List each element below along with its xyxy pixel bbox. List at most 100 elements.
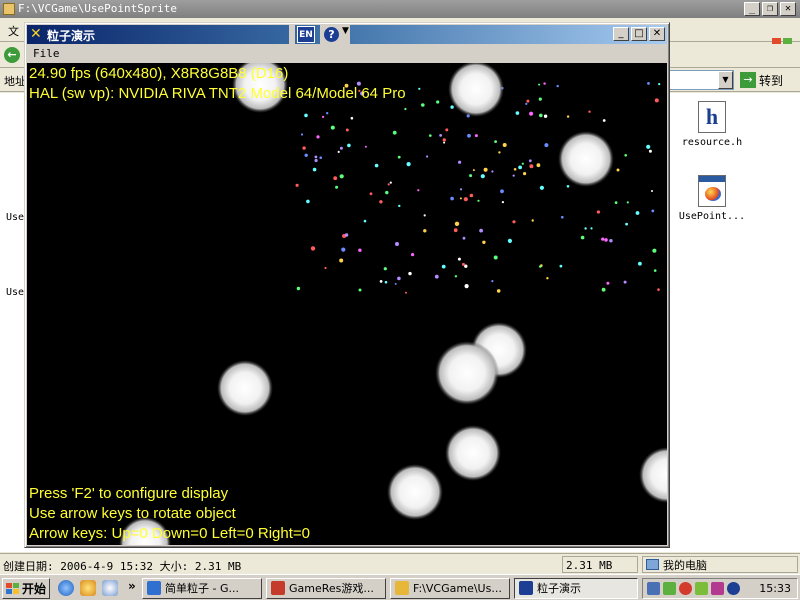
chevron-down-icon[interactable]: ▼ [342,26,349,36]
particle-dot [647,82,650,85]
particle-dot [480,174,485,179]
ime-language-indicator[interactable]: EN [297,26,315,43]
particle-dot [501,201,504,204]
clock: 15:33 [759,582,791,595]
quicklaunch-more-icon[interactable]: » [128,579,136,593]
particle-dot [590,227,593,230]
show-desktop-icon[interactable] [102,580,118,596]
particle-dot [658,83,661,86]
particle-dot [502,143,507,147]
particle-dot [443,141,446,144]
antivirus-icon[interactable] [679,582,692,595]
menu-file[interactable]: File [33,47,60,60]
start-button[interactable]: 开始 [2,578,50,599]
minimize-button[interactable]: _ [744,2,760,16]
particle-dot [398,204,401,208]
particle-dot [584,227,587,230]
particle-dot [363,219,367,223]
particle-dot [450,196,454,201]
render-viewport[interactable]: 24.90 fps (640x480), X8R8G8B8 (D16) HAL … [27,63,667,545]
sprite [217,360,273,416]
particle-dot [498,151,501,154]
app-menubar: File [27,45,667,63]
explorer-titlebar: F:\VCGame\UsePointSprite _ ❐ ✕ [0,0,800,18]
particle-dot [333,176,338,181]
particle-dot [457,257,461,261]
particle-dot [521,162,524,165]
particle-dot [335,185,339,189]
particle-dot [546,277,549,280]
task-button-browser[interactable]: 简单粒子 - G... [142,578,262,599]
particle-dot [653,269,657,272]
particle-dot [561,215,564,219]
particle-dot [556,84,559,88]
task-button-gameres[interactable]: GameRes游戏... [266,578,386,599]
help-icon[interactable]: ? [324,27,339,42]
particle-dot [379,280,383,283]
particle-dot [606,281,610,285]
minimize-button[interactable]: _ [613,27,629,41]
outlook-icon[interactable] [80,580,96,596]
particle-dot [479,228,483,233]
particle-dot [306,199,310,204]
particle-dot [559,264,563,268]
particle-dot [462,262,465,266]
particle-dot [326,112,329,115]
particle-dot [635,211,640,215]
particle-dot [609,239,613,243]
particle-dot [483,167,488,172]
particle-dot [472,169,475,172]
particle-dot [312,167,317,172]
particle-dot [596,210,601,214]
particle-dot [623,280,627,284]
particle-dot [436,100,440,104]
start-label: 开始 [22,582,47,596]
file-name: UsePoint... [678,211,746,222]
network-icon[interactable] [647,582,660,595]
app-title: 粒子演示 [47,29,96,43]
task-label: 粒子演示 [537,582,581,595]
tray-app-icon[interactable] [663,582,676,595]
particle-dot [404,107,407,111]
particle-dot [526,99,530,103]
particle-dot [512,174,515,177]
particle-dot [523,172,527,176]
task-button-folder[interactable]: F:\VCGame\Us... [390,578,510,599]
particle-dot [423,214,426,217]
close-button[interactable]: ✕ [780,2,796,16]
particle-dot [454,221,460,226]
go-button[interactable]: → 转到 [740,71,783,89]
volume-icon[interactable] [711,582,724,595]
particle-dot [459,188,463,191]
task-button-particle-demo[interactable]: 粒子演示 [514,578,638,599]
taskbar: 开始 » 简单粒子 - G... GameRes游戏... F:\VCGame\… [0,574,800,600]
back-arrow-icon[interactable]: ← [4,47,20,63]
particle-dot [469,193,474,198]
restore-button[interactable]: ❐ [762,2,778,16]
file-item-resource-h[interactable]: h resource.h [672,101,752,148]
particle-dot [392,130,397,135]
directx-icon[interactable] [727,582,740,595]
particle-dot [529,111,534,116]
close-button[interactable]: ✕ [649,27,665,41]
particle-dot [459,197,462,200]
particle-dot [439,134,442,137]
nvidia-icon[interactable] [695,582,708,595]
particle-dot [314,155,318,159]
file-item-usepoint[interactable]: UsePoint... [672,175,752,222]
list-item[interactable]: Use [6,287,24,298]
particle-dot [304,113,308,118]
explorer-menu-file[interactable]: 文 [8,23,19,39]
particle-dot [406,162,411,167]
maximize-button[interactable]: □ [631,27,647,41]
particle-dot [536,163,541,168]
status-info: 创建日期: 2006-4-9 15:32 大小: 2.31 MB [3,560,242,573]
particle-dot [296,286,301,291]
particle-dot [385,190,389,195]
internet-explorer-icon[interactable] [58,580,74,596]
computer-icon [646,559,659,570]
sprite [387,464,443,520]
particle-dot [614,201,618,205]
list-item[interactable]: Use [6,212,24,223]
chevron-down-icon[interactable]: ▼ [718,71,733,89]
